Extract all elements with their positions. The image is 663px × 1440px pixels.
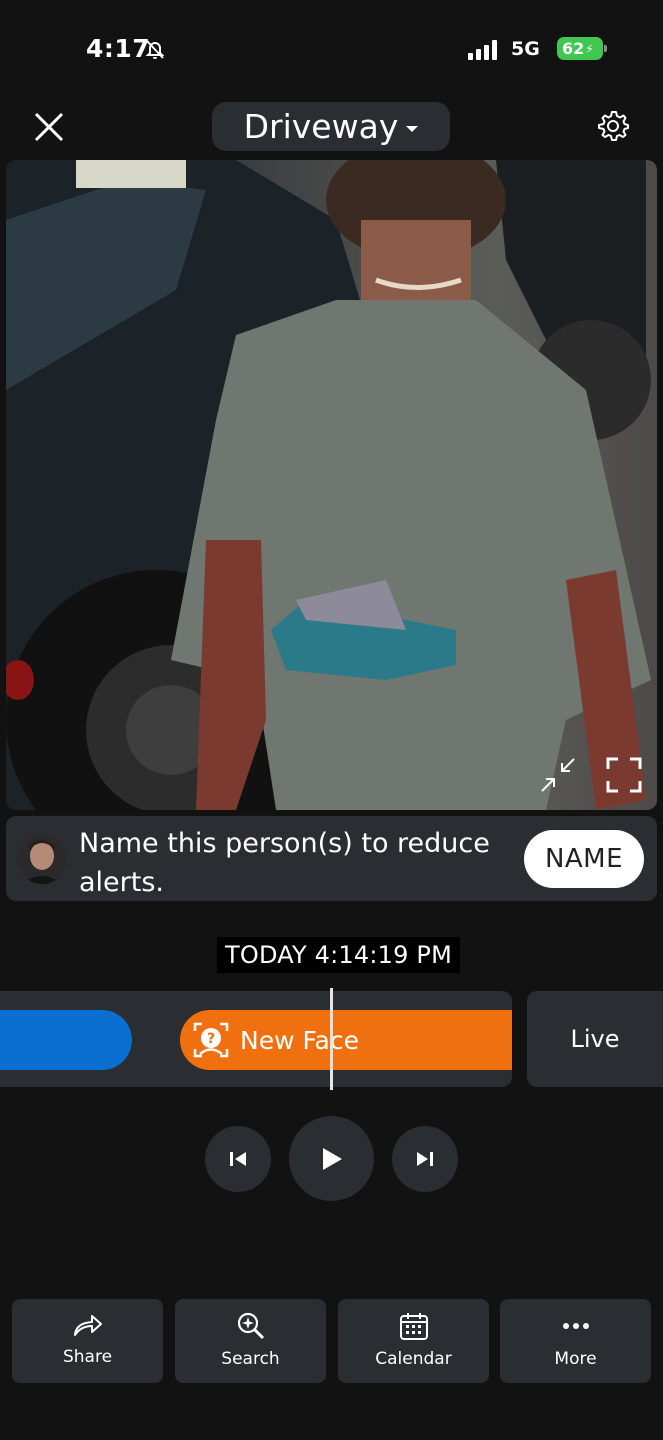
timeline-event-new-face[interactable]: ? New Face	[180, 1010, 512, 1070]
search-button[interactable]: Search	[175, 1299, 326, 1383]
video-player[interactable]	[6, 160, 657, 810]
timestamp: TODAY 4:14:19 PM	[217, 937, 460, 973]
more-button[interactable]: More	[500, 1299, 651, 1383]
battery-icon: 62 ⚡	[557, 37, 607, 60]
svg-text:?: ?	[207, 1031, 215, 1047]
signal-icon	[468, 40, 497, 60]
share-label: Share	[62, 1347, 113, 1367]
share-button[interactable]: Share	[12, 1299, 163, 1383]
camera-feed-image	[6, 160, 651, 810]
calendar-label: Calendar	[375, 1349, 452, 1369]
skip-previous-icon	[230, 1152, 246, 1166]
more-label: More	[554, 1349, 597, 1369]
calendar-icon	[399, 1313, 428, 1340]
search-sparkle-icon	[237, 1312, 264, 1340]
calendar-button[interactable]: Calendar	[338, 1299, 489, 1383]
minimize-icon[interactable]	[538, 755, 578, 795]
face-question-icon: ?	[193, 1022, 229, 1058]
status-time: 4:17	[86, 34, 151, 63]
prompt-message: Name this person(s) to reduce alerts.	[79, 828, 490, 898]
name-button[interactable]: NAME	[524, 830, 644, 888]
event-label: New Face	[240, 1025, 360, 1055]
live-button[interactable]: Live	[527, 991, 663, 1087]
name-person-prompt: Name this person(s) to reduce alerts. NA…	[6, 816, 657, 901]
close-icon[interactable]	[30, 108, 68, 146]
camera-selector[interactable]: Driveway	[212, 102, 450, 151]
skip-previous-button[interactable]	[205, 1126, 271, 1192]
bell-slash-icon	[145, 40, 165, 59]
camera-name: Driveway	[243, 107, 399, 146]
share-icon	[73, 1315, 102, 1336]
play-icon	[322, 1147, 342, 1170]
fullscreen-icon[interactable]	[604, 755, 644, 795]
network-type: 5G	[511, 38, 540, 60]
gear-icon[interactable]	[596, 109, 630, 143]
battery-level: 62	[562, 39, 585, 58]
skip-next-button[interactable]	[392, 1126, 458, 1192]
timeline-playhead[interactable]	[330, 988, 333, 1090]
search-label: Search	[221, 1349, 280, 1369]
charging-icon: ⚡	[585, 41, 594, 56]
play-button[interactable]	[289, 1116, 374, 1201]
chevron-down-icon	[406, 125, 419, 132]
timeline-event-previous[interactable]	[0, 1010, 132, 1070]
skip-next-icon	[417, 1152, 433, 1166]
avatar	[17, 834, 67, 884]
more-icon	[562, 1323, 589, 1329]
